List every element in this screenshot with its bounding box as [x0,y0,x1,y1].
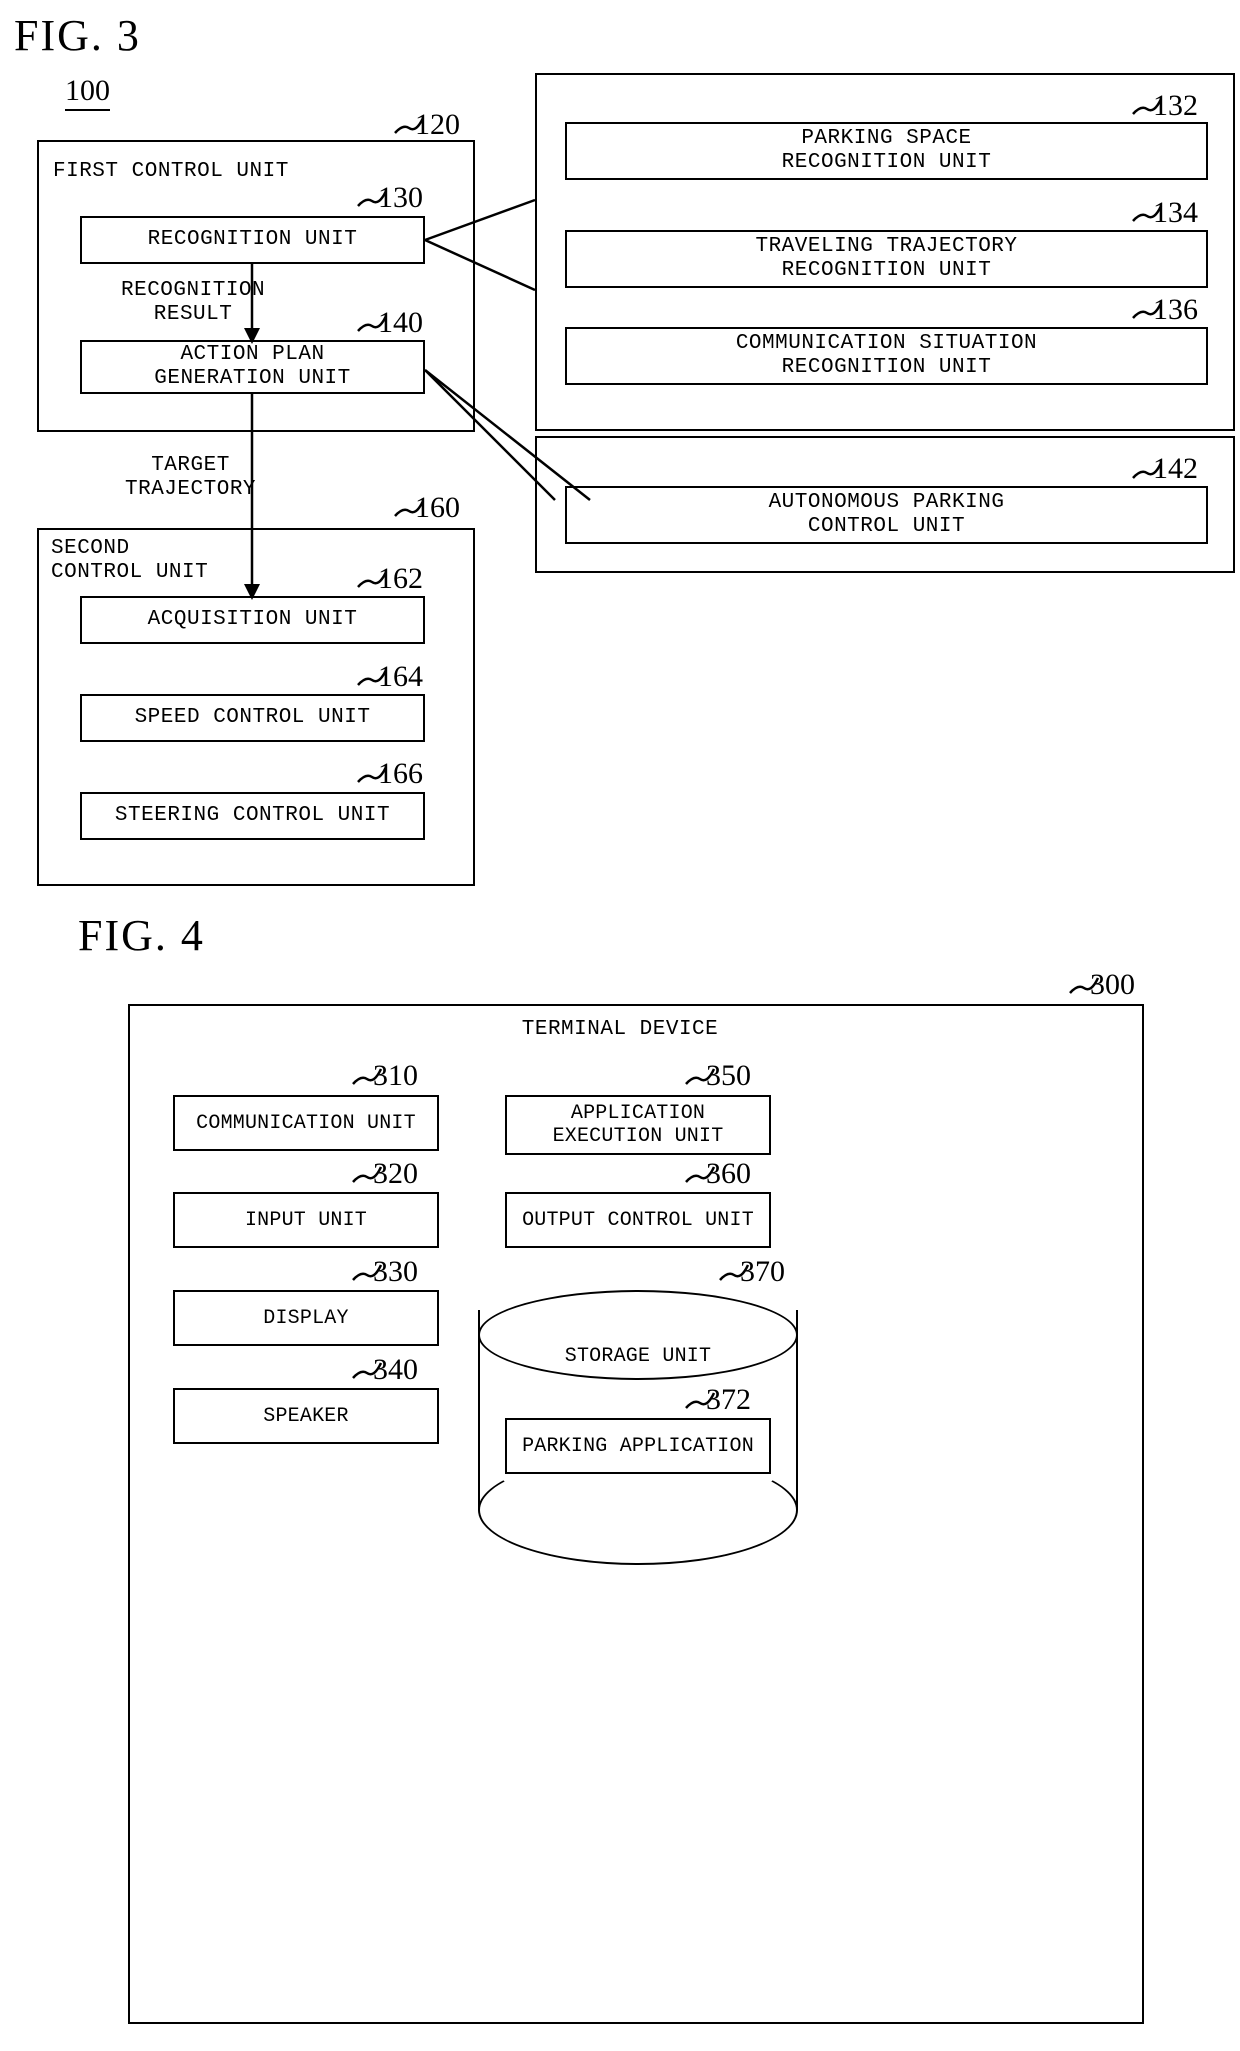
ref-164: 164 [378,660,423,693]
display-label: DISPLAY [263,1306,349,1330]
traveling-trajectory-recognition-unit-box[interactable]: TRAVELING TRAJECTORY RECOGNITION UNIT [565,230,1208,288]
input-unit-box[interactable]: INPUT UNIT [173,1192,439,1248]
ref-166: 166 [378,757,423,790]
ref-340: 340 [373,1353,418,1386]
display-box[interactable]: DISPLAY [173,1290,439,1346]
output-control-unit-box[interactable]: OUTPUT CONTROL UNIT [505,1192,771,1248]
communication-situation-recognition-unit-label: COMMUNICATION SITUATION RECOGNITION UNIT [735,331,1038,379]
output-control-unit-label: OUTPUT CONTROL UNIT [522,1208,754,1232]
ref-132: 132 [1153,89,1198,122]
ref-330: 330 [373,1255,418,1288]
autonomous-parking-control-unit-label: AUTONOMOUS PARKING CONTROL UNIT [768,490,1005,538]
first-control-unit-label: FIRST CONTROL UNIT [53,160,289,183]
ref-140: 140 [378,306,423,339]
ref-350: 350 [706,1059,751,1092]
parking-space-recognition-unit-label: PARKING SPACE RECOGNITION UNIT [781,126,992,174]
steering-control-unit-label: STEERING CONTROL UNIT [114,803,391,827]
speed-control-unit-label: SPEED CONTROL UNIT [134,705,371,729]
target-trajectory-label: TARGET TRAJECTORY [125,454,257,502]
second-control-unit-label: SECOND CONTROL UNIT [51,537,209,585]
acquisition-unit-label: ACQUISITION UNIT [147,607,358,631]
application-execution-unit-box[interactable]: APPLICATION EXECUTION UNIT [505,1095,771,1155]
terminal-device-label: TERMINAL DEVICE [521,1018,719,1041]
communication-unit-box[interactable]: COMMUNICATION UNIT [173,1095,439,1151]
action-plan-generation-unit-box[interactable]: ACTION PLAN GENERATION UNIT [80,340,425,394]
ref-370: 370 [740,1255,785,1288]
figure-3-title: FIG. 3 [14,11,141,60]
parking-application-label: PARKING APPLICATION [522,1434,754,1458]
action-plan-generation-unit-label: ACTION PLAN GENERATION UNIT [154,342,351,390]
storage-unit-label: STORAGE UNIT [564,1345,712,1368]
input-unit-label: INPUT UNIT [244,1208,368,1232]
traveling-trajectory-recognition-unit-label: TRAVELING TRAJECTORY RECOGNITION UNIT [755,234,1018,282]
parking-application-box[interactable]: PARKING APPLICATION [505,1418,771,1474]
system-reference-100: 100 [65,74,110,111]
parking-space-recognition-unit-box[interactable]: PARKING SPACE RECOGNITION UNIT [565,122,1208,180]
recognition-unit-label: RECOGNITION UNIT [147,227,358,251]
speaker-label: SPEAKER [263,1404,349,1428]
speed-control-unit-box[interactable]: SPEED CONTROL UNIT [80,694,425,742]
ref-310: 310 [373,1059,418,1092]
ref-130: 130 [378,181,423,214]
ref-320: 320 [373,1157,418,1190]
ref-360: 360 [706,1157,751,1190]
communication-unit-label: COMMUNICATION UNIT [196,1111,416,1135]
ref-136: 136 [1153,293,1198,326]
ref-134: 134 [1153,196,1198,229]
speaker-box[interactable]: SPEAKER [173,1388,439,1444]
ref-300: 300 [1090,968,1135,1001]
ref-160: 160 [415,491,460,524]
ref-120: 120 [415,108,460,141]
figure-4-title: FIG. 4 [78,911,205,960]
acquisition-unit-box[interactable]: ACQUISITION UNIT [80,596,425,644]
ref-372: 372 [706,1383,751,1416]
recognition-unit-box[interactable]: RECOGNITION UNIT [80,216,425,264]
communication-situation-recognition-unit-box[interactable]: COMMUNICATION SITUATION RECOGNITION UNIT [565,327,1208,385]
application-execution-unit-label: APPLICATION EXECUTION UNIT [552,1102,724,1148]
steering-control-unit-box[interactable]: STEERING CONTROL UNIT [80,792,425,840]
ref-142: 142 [1153,452,1198,485]
recognition-result-label: RECOGNITION RESULT [121,279,266,327]
autonomous-parking-control-unit-box[interactable]: AUTONOMOUS PARKING CONTROL UNIT [565,486,1208,544]
ref-162: 162 [378,562,423,595]
